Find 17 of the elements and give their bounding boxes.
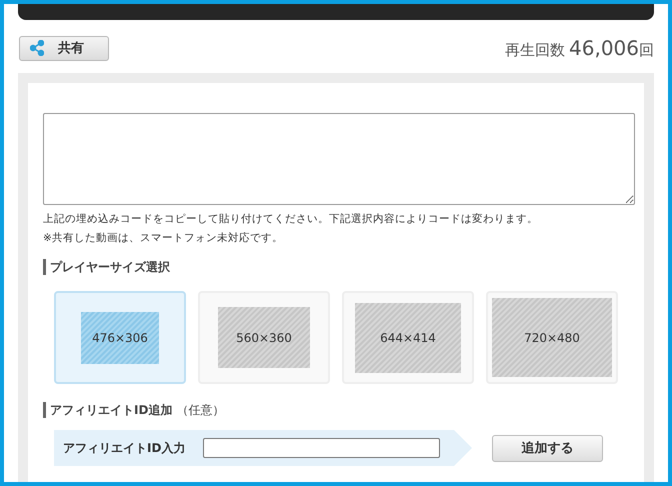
add-button[interactable]: 追加する: [492, 434, 603, 462]
size-option[interactable]: 560×360: [198, 291, 330, 384]
share-icon: [30, 40, 44, 56]
affiliate-id-field[interactable]: [203, 438, 440, 458]
play-count-unit: 回: [639, 41, 654, 60]
size-option[interactable]: 644×414: [342, 291, 474, 384]
size-option[interactable]: 720×480: [486, 291, 618, 384]
note-text: 上記の埋め込みコードをコピーして貼り付けてください。下記選択内容によりコードは変わります。: [43, 212, 539, 227]
play-count: 46,006: [569, 36, 639, 60]
size-option[interactable]: 476×306: [54, 291, 186, 384]
field-label: アフィリエイトID入力: [63, 440, 186, 456]
play-count-label: 再生回数: [505, 41, 566, 60]
share-button[interactable]: 共有: [19, 36, 109, 60]
embed-code-field[interactable]: [43, 113, 635, 205]
note-text: ※共有した動画は、スマートフォン未対応です。: [43, 231, 284, 246]
section-heading: プレイヤーサイズ選択: [43, 259, 634, 275]
section-heading: アフィリエイトID追加 （任意）: [43, 402, 634, 418]
